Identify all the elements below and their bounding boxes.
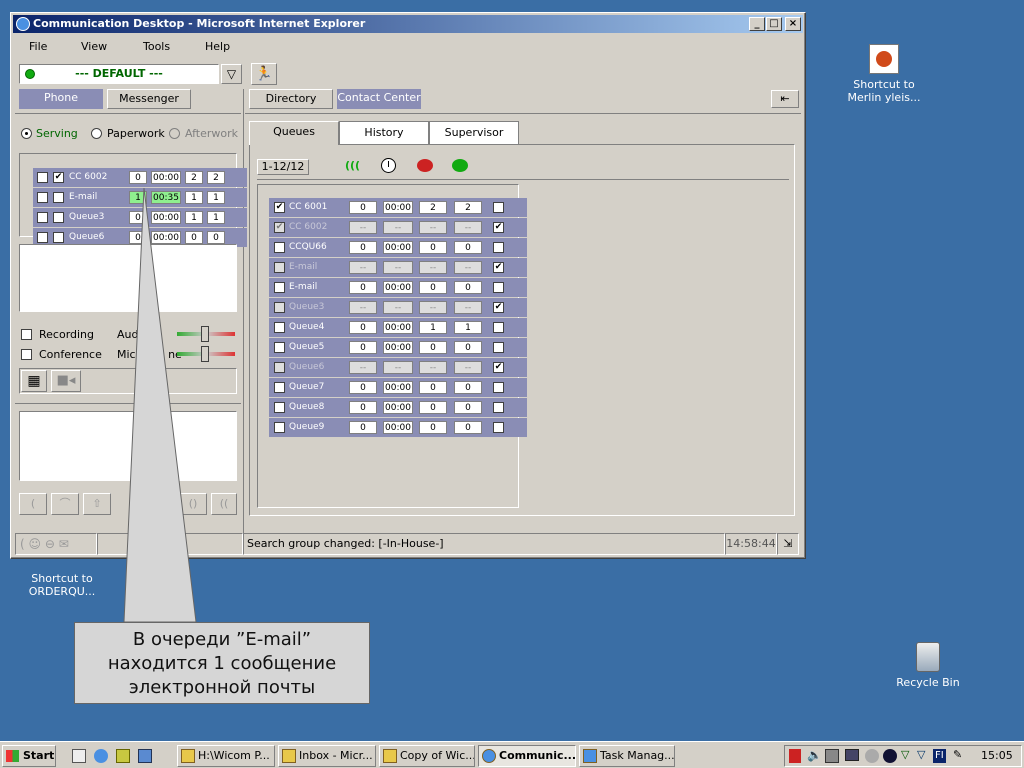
- task-manager[interactable]: Task Manag...: [579, 745, 675, 767]
- tray-volume-icon[interactable]: 🔈: [807, 748, 822, 762]
- start-button[interactable]: Start: [2, 745, 56, 767]
- taskbar: Start H:\Wicom P... Inbox - Micr... Copy…: [0, 741, 1024, 768]
- task-copy-label: Copy of Wic...: [400, 749, 475, 762]
- document-icon: [383, 749, 397, 763]
- tray-filter-icon[interactable]: ▽: [917, 748, 925, 761]
- task-manager-icon: [583, 749, 597, 763]
- folder-icon: [181, 749, 195, 763]
- tray-globe-icon[interactable]: [865, 749, 879, 763]
- tray-monitor-icon[interactable]: [845, 749, 859, 761]
- task-wicom[interactable]: H:\Wicom P...: [177, 745, 275, 767]
- task-communication[interactable]: Communic...: [478, 745, 576, 767]
- task-manager-label: Task Manag...: [600, 749, 675, 762]
- system-tray: 🔈 ▽ ▽ FI ✎ 15:05: [784, 745, 1022, 767]
- windows-logo-icon: [6, 750, 19, 762]
- callout-pointer-shape: [123, 187, 197, 623]
- show-desktop-icon[interactable]: [72, 749, 86, 763]
- callout-line-2: находится 1 сообщение: [107, 653, 337, 674]
- app-quicklaunch-icon[interactable]: [116, 749, 130, 763]
- ie-quicklaunch-icon[interactable]: [94, 749, 108, 763]
- ie-task-icon: [482, 749, 496, 763]
- tray-arrow-icon[interactable]: ▽: [901, 748, 909, 761]
- callout-line-3: электронной почты: [128, 677, 316, 698]
- callout-line-1: В очереди ”E-mail”: [132, 629, 312, 650]
- task-inbox-label: Inbox - Micr...: [299, 749, 373, 762]
- start-label: Start: [23, 749, 55, 762]
- tray-moon-icon[interactable]: [883, 749, 897, 763]
- tray-pen-icon[interactable]: ✎: [953, 748, 962, 761]
- annotation-callout: В очереди ”E-mail” находится 1 сообщение…: [74, 622, 370, 704]
- outlook-quicklaunch-icon[interactable]: [138, 749, 152, 763]
- inbox-icon: [282, 749, 296, 763]
- tray-network-icon[interactable]: [825, 749, 839, 763]
- task-wicom-label: H:\Wicom P...: [198, 749, 270, 762]
- task-copy[interactable]: Copy of Wic...: [379, 745, 475, 767]
- task-communication-label: Communic...: [499, 749, 576, 762]
- language-indicator[interactable]: FI: [933, 749, 946, 763]
- quick-launch: [64, 747, 164, 765]
- tray-shield-icon[interactable]: [789, 749, 801, 763]
- task-inbox[interactable]: Inbox - Micr...: [278, 745, 376, 767]
- clock[interactable]: 15:05: [981, 749, 1013, 762]
